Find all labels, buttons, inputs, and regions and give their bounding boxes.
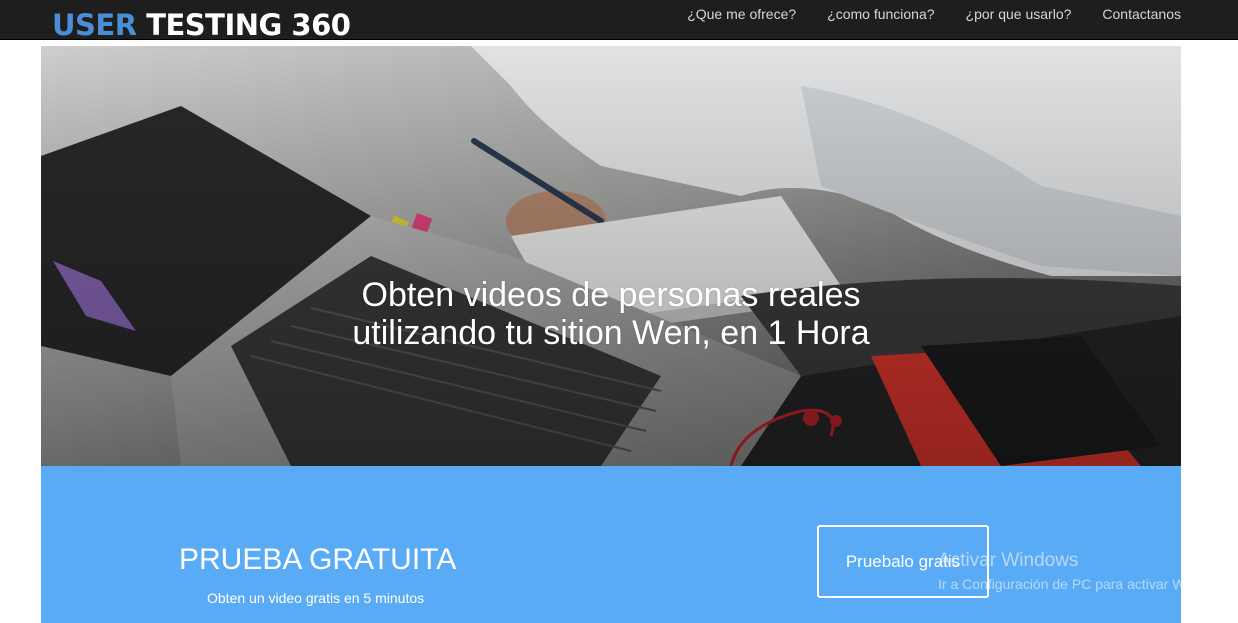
nav-link-como-funciona[interactable]: ¿como funciona? — [827, 6, 934, 22]
brand-logo[interactable]: USER TESTING 360 — [52, 6, 351, 44]
nav-menu: ¿Que me ofrece? ¿como funciona? ¿por que… — [656, 6, 1181, 22]
brand-user-text: USER — [52, 8, 137, 42]
hero-headline-line1: Obten videos de personas reales — [361, 276, 861, 314]
brand-testing-text: TESTING 360 — [146, 8, 351, 42]
nav-link-por-que-usarlo[interactable]: ¿por que usarlo? — [966, 6, 1072, 22]
free-trial-section: PRUEBA GRATUITA Obten un video gratis en… — [41, 466, 1181, 623]
windows-activation-watermark: Activar Windows Ir a Configuración de PC… — [938, 550, 1233, 593]
hero-headline-line2: utilizando tu sition Wen, en 1 Hora — [352, 314, 870, 352]
free-trial-subtitle: Obten un video gratis en 5 minutos — [207, 590, 425, 606]
watermark-subtitle: Ir a Configuración de PC para activar Wi… — [938, 576, 1233, 592]
hero-banner: Obten videos de personas reales utilizan… — [41, 46, 1181, 466]
watermark-title: Activar Windows — [938, 550, 1079, 571]
free-trial-title: PRUEBA GRATUITA — [179, 543, 457, 576]
nav-link-contactanos[interactable]: Contactanos — [1102, 6, 1181, 22]
top-navbar: USER TESTING 360 ¿Que me ofrece? ¿como f… — [0, 0, 1238, 42]
hero-photo — [41, 46, 1181, 466]
nav-link-que-me-ofrece[interactable]: ¿Que me ofrece? — [687, 6, 796, 22]
hero-headline: Obten videos de personas reales utilizan… — [41, 276, 1181, 352]
